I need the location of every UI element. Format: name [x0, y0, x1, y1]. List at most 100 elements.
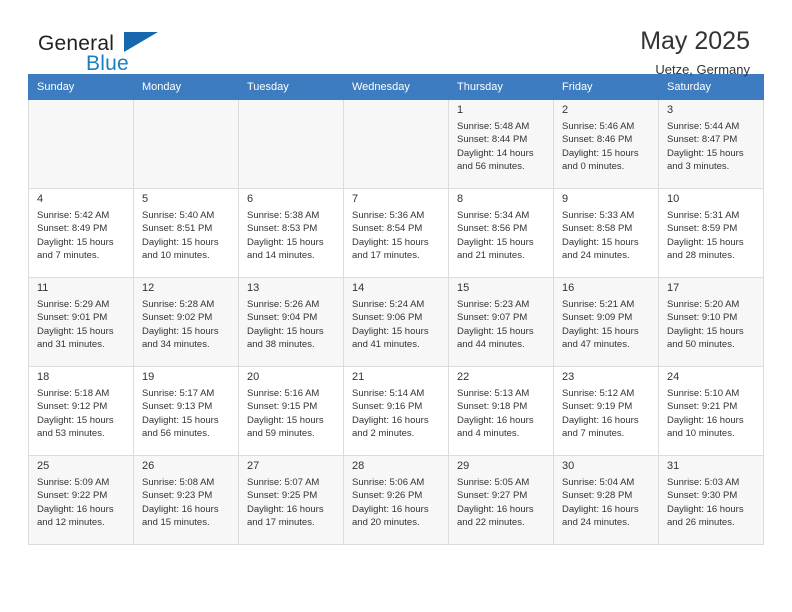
sunrise-text: Sunrise: 5:36 AM [352, 210, 425, 221]
calendar-day-cell[interactable]: 8 Sunrise: 5:34 AM Sunset: 8:56 PM Daylight… [448, 188, 554, 278]
calendar-week-row: 11 Sunrise: 5:29 AM Sunset: 9:01 PM Dayligh… [28, 277, 764, 367]
sunset-text: Sunset: 9:22 PM [37, 490, 108, 502]
daylight-text-line2: and 7 minutes. [37, 250, 100, 262]
page-title: May 2025 [640, 27, 750, 55]
day-details: Sunrise: 5:33 AM Sunset: 8:58 PM Daylight:… [554, 209, 658, 263]
calendar-day-cell[interactable]: 25 Sunrise: 5:09 AM Sunset: 9:22 PM Dayligh… [28, 455, 134, 545]
calendar-day-cell[interactable]: 24 Sunrise: 5:10 AM Sunset: 9:21 PM Dayligh… [658, 366, 764, 456]
daylight-text-line1: Daylight: 15 hours [352, 325, 429, 337]
calendar-page: General Blue May 2025 Uetze, Germany Sun… [0, 0, 792, 612]
calendar-day-cell[interactable]: 16 Sunrise: 5:21 AM Sunset: 9:09 PM Dayligh… [553, 277, 659, 367]
calendar-day-cell[interactable]: 23 Sunrise: 5:12 AM Sunset: 9:19 PM Dayligh… [553, 366, 659, 456]
daylight-text-line2: and 59 minutes. [247, 428, 315, 440]
calendar-day-cell[interactable]: 28 Sunrise: 5:06 AM Sunset: 9:26 PM Dayligh… [343, 455, 449, 545]
daylight-text-line2: and 0 minutes. [562, 161, 625, 173]
daylight-text-line1: Daylight: 15 hours [457, 236, 534, 248]
sunset-text: Sunset: 8:53 PM [247, 223, 318, 235]
sunrise-text: Sunrise: 5:04 AM [562, 477, 635, 488]
calendar-day-cell[interactable]: 5 Sunrise: 5:40 AM Sunset: 8:51 PM Daylight… [133, 188, 239, 278]
daylight-text-line1: Daylight: 16 hours [457, 503, 534, 515]
sunrise-text: Sunrise: 5:18 AM [37, 388, 110, 399]
day-details: Sunrise: 5:03 AM Sunset: 9:30 PM Daylight:… [659, 476, 763, 530]
daylight-text-line1: Daylight: 15 hours [457, 325, 534, 337]
sunrise-text: Sunrise: 5:14 AM [352, 388, 425, 399]
calendar-day-cell[interactable]: 7 Sunrise: 5:36 AM Sunset: 8:54 PM Daylight… [343, 188, 449, 278]
calendar-day-cell[interactable]: 6 Sunrise: 5:38 AM Sunset: 8:53 PM Daylight… [238, 188, 344, 278]
daylight-text-line1: Daylight: 15 hours [562, 236, 639, 248]
sunset-text: Sunset: 9:09 PM [562, 312, 633, 324]
calendar-week-row: 4 Sunrise: 5:42 AM Sunset: 8:49 PM Daylight… [28, 188, 764, 278]
day-number: 31 [667, 460, 680, 472]
daylight-text-line1: Daylight: 15 hours [247, 325, 324, 337]
sunrise-text: Sunrise: 5:42 AM [37, 210, 110, 221]
calendar-day-cell[interactable]: 4 Sunrise: 5:42 AM Sunset: 8:49 PM Daylight… [28, 188, 134, 278]
weekday-header-thursday: Thursday [448, 74, 554, 100]
calendar-week-row: 25 Sunrise: 5:09 AM Sunset: 9:22 PM Dayligh… [28, 455, 764, 545]
sunrise-text: Sunrise: 5:31 AM [667, 210, 740, 221]
calendar-day-cell[interactable]: 18 Sunrise: 5:18 AM Sunset: 9:12 PM Dayligh… [28, 366, 134, 456]
weekday-header-wednesday: Wednesday [343, 74, 449, 100]
calendar-day-cell[interactable]: 31 Sunrise: 5:03 AM Sunset: 9:30 PM Dayligh… [658, 455, 764, 545]
calendar-day-cell[interactable]: 2 Sunrise: 5:46 AM Sunset: 8:46 PM Daylight… [553, 99, 659, 189]
daylight-text-line2: and 3 minutes. [667, 161, 730, 173]
calendar-day-cell[interactable]: 20 Sunrise: 5:16 AM Sunset: 9:15 PM Dayligh… [238, 366, 344, 456]
day-number: 5 [142, 193, 149, 205]
day-details: Sunrise: 5:44 AM Sunset: 8:47 PM Daylight:… [659, 120, 763, 174]
sunrise-text: Sunrise: 5:40 AM [142, 210, 215, 221]
calendar-day-cell[interactable]: 27 Sunrise: 5:07 AM Sunset: 9:25 PM Dayligh… [238, 455, 344, 545]
calendar-day-cell[interactable]: 11 Sunrise: 5:29 AM Sunset: 9:01 PM Dayligh… [28, 277, 134, 367]
calendar-day-cell[interactable]: 26 Sunrise: 5:08 AM Sunset: 9:23 PM Dayligh… [133, 455, 239, 545]
sunset-text: Sunset: 9:01 PM [37, 312, 108, 324]
day-number: 9 [562, 193, 569, 205]
sunset-text: Sunset: 8:44 PM [457, 134, 528, 146]
day-number: 28 [352, 460, 365, 472]
daylight-text-line1: Daylight: 16 hours [562, 414, 639, 426]
sunrise-text: Sunrise: 5:13 AM [457, 388, 530, 399]
sunrise-text: Sunrise: 5:09 AM [37, 477, 110, 488]
daylight-text-line2: and 34 minutes. [142, 339, 210, 351]
calendar-day-cell[interactable]: 9 Sunrise: 5:33 AM Sunset: 8:58 PM Daylight… [553, 188, 659, 278]
calendar-day-cell-empty [28, 99, 134, 189]
daylight-text-line1: Daylight: 15 hours [142, 414, 219, 426]
day-number: 10 [667, 193, 680, 205]
sunrise-text: Sunrise: 5:06 AM [352, 477, 425, 488]
sunrise-text: Sunrise: 5:23 AM [457, 299, 530, 310]
daylight-text-line2: and 26 minutes. [667, 517, 735, 529]
calendar-day-cell[interactable]: 30 Sunrise: 5:04 AM Sunset: 9:28 PM Dayligh… [553, 455, 659, 545]
day-number: 8 [457, 193, 464, 205]
daylight-text-line2: and 41 minutes. [352, 339, 420, 351]
brand-logo[interactable]: General Blue [28, 26, 228, 78]
day-details: Sunrise: 5:38 AM Sunset: 8:53 PM Daylight:… [239, 209, 343, 263]
sunrise-text: Sunrise: 5:46 AM [562, 121, 635, 132]
triangle-logo-icon [124, 32, 158, 52]
calendar-day-cell[interactable]: 13 Sunrise: 5:26 AM Sunset: 9:04 PM Dayligh… [238, 277, 344, 367]
daylight-text-line2: and 53 minutes. [37, 428, 105, 440]
daylight-text-line1: Daylight: 16 hours [667, 503, 744, 515]
day-number: 11 [37, 282, 49, 294]
sunrise-text: Sunrise: 5:34 AM [457, 210, 530, 221]
calendar-day-cell[interactable]: 3 Sunrise: 5:44 AM Sunset: 8:47 PM Daylight… [658, 99, 764, 189]
day-number: 13 [247, 282, 260, 294]
calendar-day-cell[interactable]: 12 Sunrise: 5:28 AM Sunset: 9:02 PM Dayligh… [133, 277, 239, 367]
calendar-day-cell[interactable]: 19 Sunrise: 5:17 AM Sunset: 9:13 PM Dayligh… [133, 366, 239, 456]
calendar-day-cell[interactable]: 22 Sunrise: 5:13 AM Sunset: 9:18 PM Dayligh… [448, 366, 554, 456]
calendar-day-cell[interactable]: 15 Sunrise: 5:23 AM Sunset: 9:07 PM Dayligh… [448, 277, 554, 367]
calendar-day-cell[interactable]: 14 Sunrise: 5:24 AM Sunset: 9:06 PM Dayligh… [343, 277, 449, 367]
calendar-day-cell[interactable]: 29 Sunrise: 5:05 AM Sunset: 9:27 PM Dayligh… [448, 455, 554, 545]
daylight-text-line2: and 38 minutes. [247, 339, 315, 351]
calendar-day-cell[interactable]: 10 Sunrise: 5:31 AM Sunset: 8:59 PM Dayligh… [658, 188, 764, 278]
daylight-text-line2: and 15 minutes. [142, 517, 210, 529]
day-details: Sunrise: 5:13 AM Sunset: 9:18 PM Daylight:… [449, 387, 553, 441]
daylight-text-line2: and 17 minutes. [247, 517, 315, 529]
day-number: 21 [352, 371, 365, 383]
day-details: Sunrise: 5:24 AM Sunset: 9:06 PM Daylight:… [344, 298, 448, 352]
calendar-day-cell[interactable]: 21 Sunrise: 5:14 AM Sunset: 9:16 PM Dayligh… [343, 366, 449, 456]
daylight-text-line1: Daylight: 15 hours [142, 325, 219, 337]
sunset-text: Sunset: 9:04 PM [247, 312, 318, 324]
daylight-text-line2: and 31 minutes. [37, 339, 105, 351]
calendar-day-cell[interactable]: 1 Sunrise: 5:48 AM Sunset: 8:44 PM Daylight… [448, 99, 554, 189]
calendar-week-row: 18 Sunrise: 5:18 AM Sunset: 9:12 PM Dayligh… [28, 366, 764, 456]
day-details: Sunrise: 5:36 AM Sunset: 8:54 PM Daylight:… [344, 209, 448, 263]
day-details: Sunrise: 5:42 AM Sunset: 8:49 PM Daylight:… [29, 209, 133, 263]
calendar-day-cell[interactable]: 17 Sunrise: 5:20 AM Sunset: 9:10 PM Dayligh… [658, 277, 764, 367]
